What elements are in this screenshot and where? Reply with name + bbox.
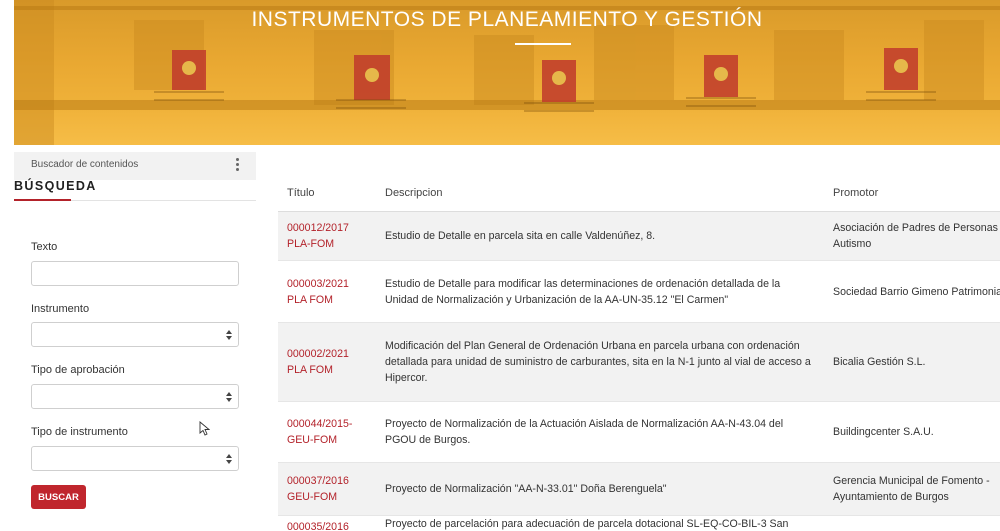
kebab-menu-icon[interactable] <box>232 157 242 173</box>
results-table: Título Descripcion Promotor 000012/2017 P… <box>278 178 1000 531</box>
row-title[interactable]: 000035/2016 <box>287 516 377 531</box>
row-promoter: Asociación de Padres de Personas con Aut… <box>833 222 1000 250</box>
row-title[interactable]: 000003/2021 PLA FOM <box>287 261 377 322</box>
section-title-rule <box>14 199 256 201</box>
column-header-promotor[interactable]: Promotor <box>833 187 878 199</box>
tipo-instrumento-label: Tipo de instrumento <box>31 426 128 438</box>
record-link[interactable]: 000002/2021 PLA FOM <box>287 346 349 378</box>
tipo-aprobacion-label: Tipo de aprobación <box>31 364 125 376</box>
table-row[interactable]: 000012/2017 PLA-FOM Estudio de Detalle en… <box>278 212 1000 261</box>
row-description: Estudio de Detalle en parcela sita en ca… <box>385 230 656 242</box>
row-description: Estudio de Detalle para modificar las de… <box>385 277 781 306</box>
row-title[interactable]: 000037/2016 GEU-FOM <box>287 463 377 515</box>
header-banner: INSTRUMENTOS DE PLANEAMIENTO Y GESTIÓN <box>14 0 1000 145</box>
texto-input[interactable] <box>31 261 239 286</box>
row-description: Proyecto de Normalización "AA-N-33.01" D… <box>385 483 667 495</box>
instrumento-select[interactable] <box>31 322 239 347</box>
select-arrows-icon <box>226 330 232 340</box>
row-title[interactable]: 000044/2015- GEU-FOM <box>287 402 377 462</box>
row-promoter: Buildingcenter S.A.U. <box>833 426 934 438</box>
row-title[interactable]: 000012/2017 PLA-FOM <box>287 212 377 260</box>
page-title: INSTRUMENTOS DE PLANEAMIENTO Y GESTIÓN <box>251 8 763 31</box>
record-link[interactable]: 000035/2016 <box>287 519 349 531</box>
row-description: Modificación del Plan General de Ordenac… <box>385 340 811 384</box>
table-row[interactable]: 000037/2016 GEU-FOM Proyecto de Normaliza… <box>278 463 1000 516</box>
section-title: BÚSQUEDA <box>14 179 97 193</box>
row-promoter: Gerencia Municipal de Fomento - Ayuntami… <box>833 475 990 503</box>
widget-header: Buscador de contenidos <box>14 152 256 180</box>
title-underline <box>515 43 571 45</box>
select-arrows-icon <box>226 392 232 402</box>
search-button[interactable]: BUSCAR <box>31 485 86 509</box>
widget-title: Buscador de contenidos <box>31 159 139 170</box>
column-header-descripcion[interactable]: Descripcion <box>385 187 442 199</box>
tipo-instrumento-select[interactable] <box>31 446 239 471</box>
table-header: Título Descripcion Promotor <box>278 178 1000 212</box>
table-row[interactable]: 000035/2016 Proyecto de parcelación para… <box>278 516 1000 531</box>
record-link[interactable]: 000012/2017 PLA-FOM <box>287 220 349 252</box>
instrumento-label: Instrumento <box>31 303 90 315</box>
row-title[interactable]: 000002/2021 PLA FOM <box>287 323 377 401</box>
row-description: Proyecto de parcelación para adecuación … <box>385 518 789 530</box>
texto-label: Texto <box>31 241 58 253</box>
column-header-titulo[interactable]: Título <box>287 187 315 199</box>
row-promoter: Bicalia Gestión S.L. <box>833 356 926 368</box>
select-arrows-icon <box>226 454 232 464</box>
row-promoter: Sociedad Barrio Gimeno Patrimonial <box>833 285 1000 298</box>
record-link[interactable]: 000003/2021 PLA FOM <box>287 276 349 308</box>
table-row[interactable]: 000003/2021 PLA FOM Estudio de Detalle pa… <box>278 261 1000 323</box>
record-link[interactable]: 000037/2016 GEU-FOM <box>287 473 349 505</box>
tipo-aprobacion-select[interactable] <box>31 384 239 409</box>
mouse-cursor-icon <box>199 421 210 436</box>
table-row[interactable]: 000002/2021 PLA FOM Modificación del Plan… <box>278 323 1000 402</box>
table-row[interactable]: 000044/2015- GEU-FOM Proyecto de Normaliz… <box>278 402 1000 463</box>
row-description: Proyecto de Normalización de la Actuació… <box>385 418 784 446</box>
record-link[interactable]: 000044/2015- GEU-FOM <box>287 416 352 448</box>
search-sidebar: Buscador de contenidos BÚSQUEDA Texto In… <box>14 152 256 531</box>
row-promoter <box>833 516 1000 531</box>
